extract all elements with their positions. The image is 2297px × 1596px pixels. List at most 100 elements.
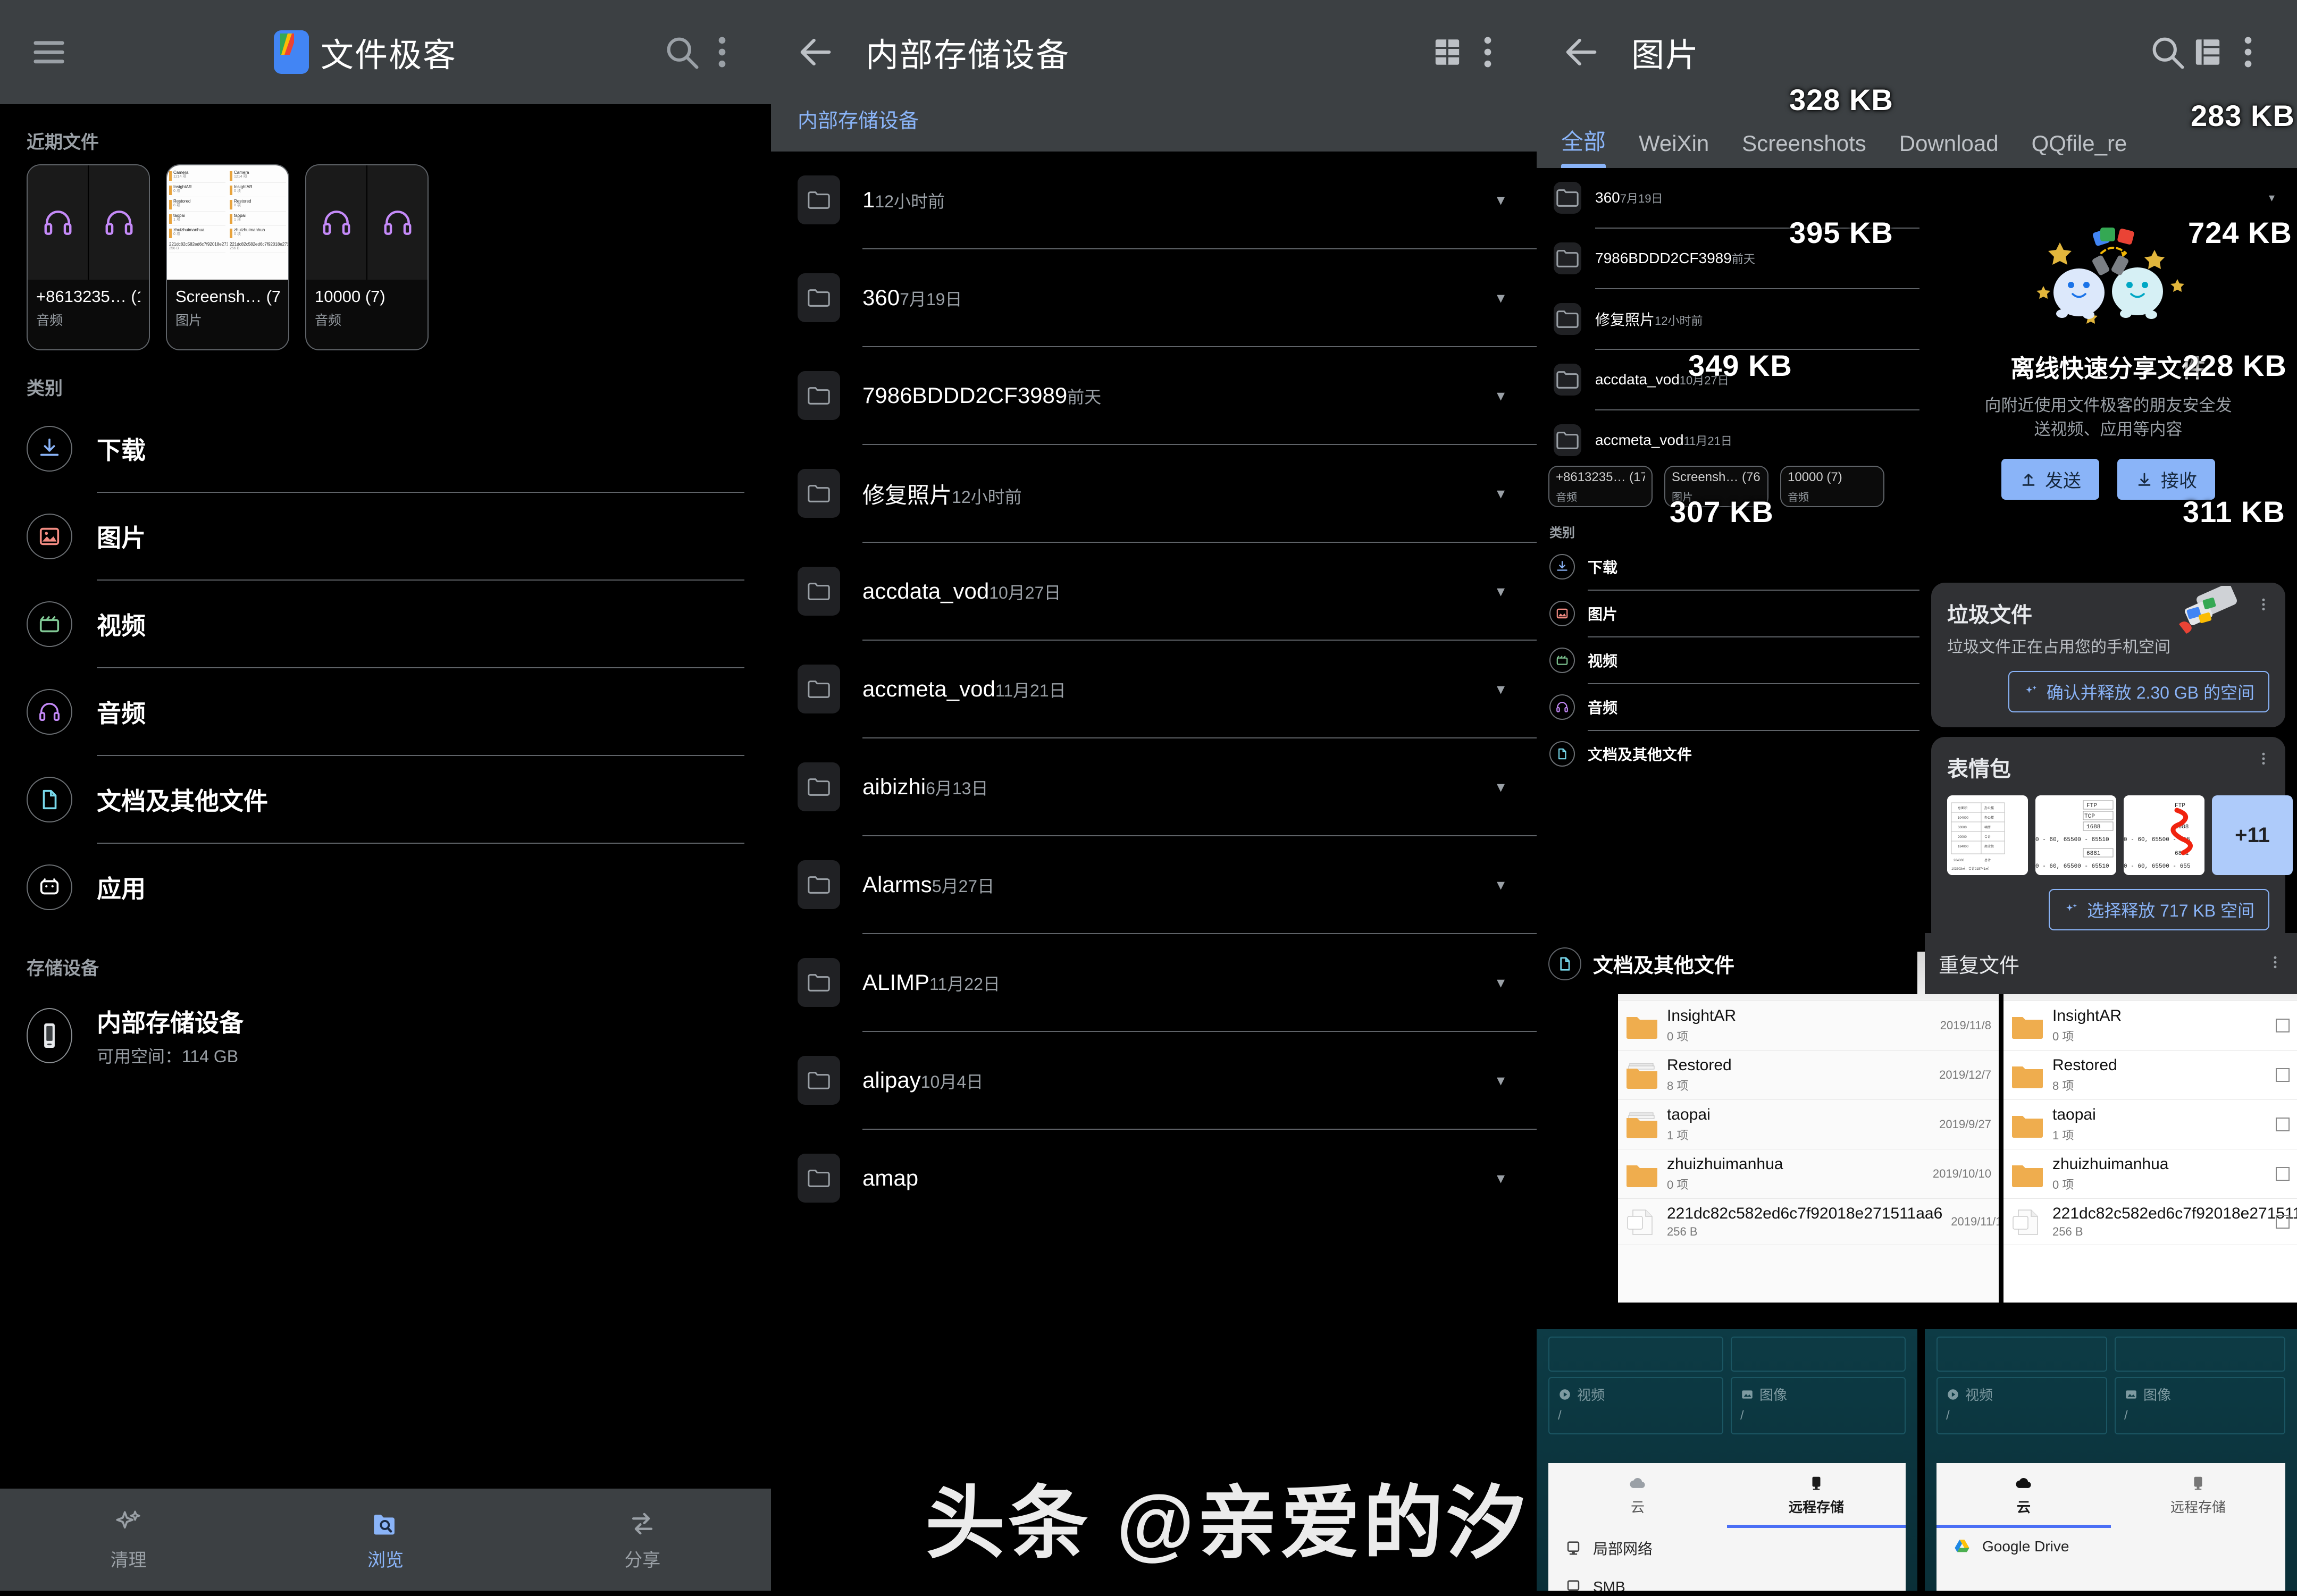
chevron-down-icon[interactable]: ▾ xyxy=(1497,1169,1505,1188)
checkbox[interactable] xyxy=(2276,1118,2290,1131)
file-row[interactable]: amap▾ xyxy=(771,1130,1537,1227)
chevron-down-icon[interactable]: ▾ xyxy=(1497,876,1505,894)
more-vertical-icon[interactable] xyxy=(2228,32,2268,72)
file-row[interactable]: ALIMP11月22日▾ xyxy=(771,934,1537,1031)
chevron-down-icon[interactable]: ▾ xyxy=(1497,973,1505,992)
sticker-more-badge[interactable]: +11 xyxy=(2212,795,2293,875)
overlay-list-item[interactable]: Restored8 项2019/12/7 xyxy=(1618,1051,1999,1100)
send-button[interactable]: 发送 xyxy=(2001,459,2099,500)
receive-label: 接收 xyxy=(2161,466,2197,492)
cloud-tab[interactable]: 云 xyxy=(1548,1463,1727,1528)
image-folder-tabs: 全部 WeiXin Screenshots Download QQfile_re xyxy=(1537,104,2297,168)
recent-files-row: +8613235… (17) 音频 Camera1214 项 InsightAR… xyxy=(0,159,771,350)
overlay-duplicates-list: Camera1214 项InsightAR0 项Restored8 项taopa… xyxy=(2003,952,2297,1303)
recent-file-card[interactable]: 10000 (7) 音频 xyxy=(305,164,429,350)
category-item-images[interactable]: 图片 xyxy=(27,493,744,579)
breadcrumb[interactable]: 内部存储设备 xyxy=(771,104,1537,152)
chevron-down-icon[interactable]: ▾ xyxy=(1497,484,1505,503)
file-row[interactable]: 112小时前▾ xyxy=(771,152,1537,248)
panel-internal-storage: 内部存储设备 内部存储设备 112小时前▾3607月19日▾7986BDDD2C… xyxy=(771,0,1537,1591)
file-row[interactable]: accmeta_vod11月21日▾ xyxy=(771,641,1537,737)
sticker-thumb[interactable]: FTPTCP16880 - 60, 65500 - 6551068810 - 6… xyxy=(2035,795,2116,875)
sticker-thumb[interactable]: 总面积办公楼104000办公楼60000裙房20000合计184000商业街26… xyxy=(1947,795,2028,875)
cloud-tab-label: 云 xyxy=(1936,1497,2111,1516)
sticker-pack-card[interactable]: 表情包 总面积办公楼104000办公楼60000裙房20000合计184000商… xyxy=(1931,737,2285,945)
tab-全部[interactable]: 全部 xyxy=(1561,124,1606,168)
file-row[interactable]: 7986BDDD2CF3989前天▾ xyxy=(771,347,1537,444)
checkbox[interactable] xyxy=(2276,1019,2290,1032)
nav-item-browse[interactable]: 浏览 xyxy=(257,1489,514,1591)
cloud-row-google-drive[interactable]: Google Drive xyxy=(1936,1528,2285,1565)
search-icon[interactable] xyxy=(661,32,702,72)
sticker-thumb[interactable]: FTP16880 - 60, 65500 - 65568810 - 60, 65… xyxy=(2124,795,2204,875)
cloud-row-local-network[interactable]: 局部网络 xyxy=(1548,1528,1906,1568)
chevron-down-icon[interactable]: ▾ xyxy=(1497,680,1505,699)
back-arrow-icon[interactable] xyxy=(1561,32,1602,72)
category-item-documents[interactable]: 文档及其他文件 xyxy=(27,756,744,843)
more-vertical-icon[interactable] xyxy=(2267,954,2283,973)
category-item-videos[interactable]: 视频 xyxy=(27,581,744,667)
recent-file-card[interactable]: Camera1214 项 InsightAR0 项 Restored8 项 ta… xyxy=(166,164,289,350)
overlay-list-item[interactable]: InsightAR0 项2019/11/8 xyxy=(1618,1001,1999,1051)
tab-download[interactable]: Download xyxy=(1899,131,1999,168)
file-row[interactable]: Alarms5月27日▾ xyxy=(771,836,1537,933)
checkbox[interactable] xyxy=(2276,1068,2290,1082)
recent-file-card[interactable]: +8613235… (17) 音频 xyxy=(27,164,150,350)
tab-weixin[interactable]: WeiXin xyxy=(1639,131,1709,168)
back-arrow-icon[interactable] xyxy=(795,32,836,72)
chevron-down-icon[interactable]: ▾ xyxy=(1497,387,1505,405)
overlay-list-item[interactable]: InsightAR0 项 xyxy=(2003,1001,2297,1051)
overlay-list-item[interactable]: Restored8 项 xyxy=(2003,1051,2297,1100)
storage-item-internal[interactable]: 内部存储设备 可用空间：114 GB xyxy=(0,985,771,1086)
remote-storage-tab[interactable]: 远程存储 xyxy=(2111,1463,2285,1528)
overlay-list-item[interactable]: 221dc82c582ed6c7f92018e271511aa6256 B201… xyxy=(1618,1199,1999,1245)
folder-icon xyxy=(1625,1111,1658,1138)
file-name: Alarms xyxy=(862,872,932,897)
junk-release-space-button[interactable]: 确认并释放 2.30 GB 的空间 xyxy=(2008,671,2269,712)
file-row[interactable]: 3607月19日▾ xyxy=(771,249,1537,346)
tab-screenshots[interactable]: Screenshots xyxy=(1742,131,1866,168)
checkbox[interactable] xyxy=(2276,1215,2290,1229)
search-icon[interactable] xyxy=(2147,32,2187,72)
svg-text:办公楼: 办公楼 xyxy=(1984,816,1994,820)
cloud-tab[interactable]: 云 xyxy=(1936,1463,2111,1528)
chevron-down-icon[interactable]: ▾ xyxy=(1497,289,1505,307)
receive-button[interactable]: 接收 xyxy=(2117,459,2215,500)
category-item-apps[interactable]: 应用 xyxy=(27,844,744,930)
mini-recent-card[interactable]: 10000 (7) 音频 xyxy=(1780,466,1884,507)
file-size-annotation: 228 KB xyxy=(2183,348,2287,383)
category-item-download[interactable]: 下载 xyxy=(27,405,744,492)
chevron-down-icon[interactable]: ▾ xyxy=(1497,191,1505,209)
overlay-list-item[interactable]: taopai1 项 xyxy=(2003,1100,2297,1149)
overlay-item-date: 2019/11/10 xyxy=(1951,1215,1999,1229)
more-vertical-icon[interactable] xyxy=(2256,751,2271,769)
remote-storage-tab[interactable]: 远程存储 xyxy=(1727,1463,1906,1528)
list-view-icon[interactable] xyxy=(2187,32,2228,72)
tab-qqfile_re[interactable]: QQfile_re xyxy=(2032,131,2127,168)
more-vertical-icon[interactable] xyxy=(1468,32,1508,72)
mini-recent-card[interactable]: +8613235… (17) 音频 xyxy=(1548,466,1653,507)
junk-files-card[interactable]: 垃圾文件 垃圾文件正在占用您的手机空间 确认并释放 2.30 GB 的空间 xyxy=(1931,583,2285,727)
file-row[interactable]: 修复照片12小时前▾ xyxy=(771,445,1537,542)
chevron-down-icon[interactable]: ▾ xyxy=(1497,1071,1505,1090)
file-row[interactable]: accdata_vod10月27日▾ xyxy=(771,543,1537,640)
overlay-list-item[interactable]: taopai1 项2019/9/27 xyxy=(1618,1100,1999,1149)
overlay-list-item[interactable]: 221dc82c582ed6c7f92018e271511aa6256 B xyxy=(2003,1199,2297,1245)
cloud-row-smb[interactable]: SMB xyxy=(1548,1568,1906,1591)
nav-item-share[interactable]: 分享 xyxy=(514,1489,771,1591)
grid-view-icon[interactable] xyxy=(1427,32,1468,72)
checkbox[interactable] xyxy=(2276,1167,2290,1181)
nav-item-clean[interactable]: 清理 xyxy=(0,1489,257,1591)
chevron-down-icon[interactable]: ▾ xyxy=(1497,582,1505,601)
file-row[interactable]: alipay10月4日▾ xyxy=(771,1032,1537,1129)
chevron-down-icon[interactable]: ▾ xyxy=(1497,778,1505,796)
more-vertical-icon[interactable] xyxy=(2256,597,2271,615)
file-row[interactable]: aibizhi6月13日▾ xyxy=(771,738,1537,835)
hamburger-menu-icon[interactable] xyxy=(29,32,69,72)
overlay-item-sub: 0 项 xyxy=(1667,1175,1783,1192)
overlay-list-item[interactable]: zhuizhuimanhua0 项 xyxy=(2003,1149,2297,1199)
category-item-audio[interactable]: 音频 xyxy=(27,668,744,755)
overlay-list-item[interactable]: zhuizhuimanhua0 项2019/10/10 xyxy=(1618,1149,1999,1199)
more-vertical-icon[interactable] xyxy=(702,32,742,72)
sticker-release-space-button[interactable]: 选择释放 717 KB 空间 xyxy=(2049,889,2269,930)
